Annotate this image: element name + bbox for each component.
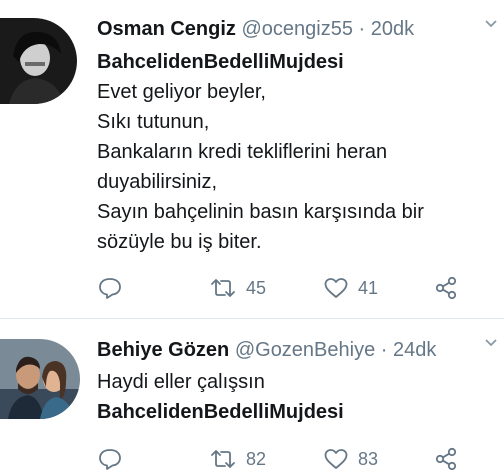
share-button[interactable] xyxy=(433,274,459,302)
timestamp[interactable]: 24dk xyxy=(393,339,436,361)
tweet-text: Haydi eller çalışsın BahcelidenBedelliMu… xyxy=(97,367,344,427)
share-icon xyxy=(435,447,457,471)
tweet-line: Bankaların kredi tekliflerini heran xyxy=(97,141,388,163)
tweet-line: sözüyle bu iş biter. xyxy=(97,231,262,253)
avatar-photo-icon xyxy=(0,18,77,104)
retweet-button[interactable]: 45 xyxy=(209,274,266,302)
like-count: 41 xyxy=(358,277,379,298)
tweet-header: Osman Cengiz @ocengiz55 · 20dk xyxy=(97,16,414,42)
author-handle[interactable]: @GozenBehiye xyxy=(235,339,375,361)
tweet-line: duyabilirsiniz, xyxy=(97,171,218,193)
author-name[interactable]: Behiye Gözen xyxy=(97,339,229,361)
separator-dot: · xyxy=(380,339,388,361)
tweet-line: Evet geliyor beyler, xyxy=(97,81,266,103)
avatar[interactable] xyxy=(0,339,80,419)
tweet-card[interactable]: Behiye Gözen @GozenBehiye · 24dk Haydi e… xyxy=(0,319,504,471)
avatar[interactable] xyxy=(0,18,77,104)
heart-icon xyxy=(324,449,348,469)
chevron-down-icon xyxy=(485,339,497,347)
reply-icon xyxy=(99,449,121,470)
retweet-count: 82 xyxy=(246,448,267,469)
tweet-line: Sıkı tutunun, xyxy=(97,111,210,133)
hashtag-link[interactable]: BahcelidenBedelliMujdesi xyxy=(97,397,344,427)
reply-icon xyxy=(99,278,121,299)
chevron-down-icon xyxy=(485,20,497,28)
retweet-icon xyxy=(211,450,235,468)
like-count: 83 xyxy=(358,448,379,469)
tweet-card[interactable]: Osman Cengiz @ocengiz55 · 20dk Bahcelide… xyxy=(0,0,504,318)
tweet-actions: 45 41 xyxy=(97,274,467,302)
tweet-menu-button[interactable] xyxy=(484,16,498,34)
tweet-line: Sayın bahçelinin basın karşısında bir xyxy=(97,201,424,223)
hashtag-link[interactable]: BahcelidenBedelliMujdesi xyxy=(97,47,424,77)
author-handle[interactable]: @ocengiz55 xyxy=(241,18,352,40)
share-icon xyxy=(435,276,457,300)
reply-button[interactable] xyxy=(97,274,123,302)
tweet-header: Behiye Gözen @GozenBehiye · 24dk xyxy=(97,337,436,363)
timestamp[interactable]: 20dk xyxy=(371,18,414,40)
retweet-icon xyxy=(211,279,235,297)
author-name[interactable]: Osman Cengiz xyxy=(97,18,236,40)
retweet-count: 45 xyxy=(246,277,267,298)
avatar-photo-icon xyxy=(0,339,80,419)
tweet-line: Haydi eller çalışsın xyxy=(97,371,265,393)
like-button[interactable]: 41 xyxy=(323,274,378,302)
tweet-menu-button[interactable] xyxy=(484,335,498,353)
heart-icon xyxy=(324,278,348,298)
tweet-text: BahcelidenBedelliMujdesi Evet geliyor be… xyxy=(97,47,424,257)
separator-dot: · xyxy=(358,18,366,40)
